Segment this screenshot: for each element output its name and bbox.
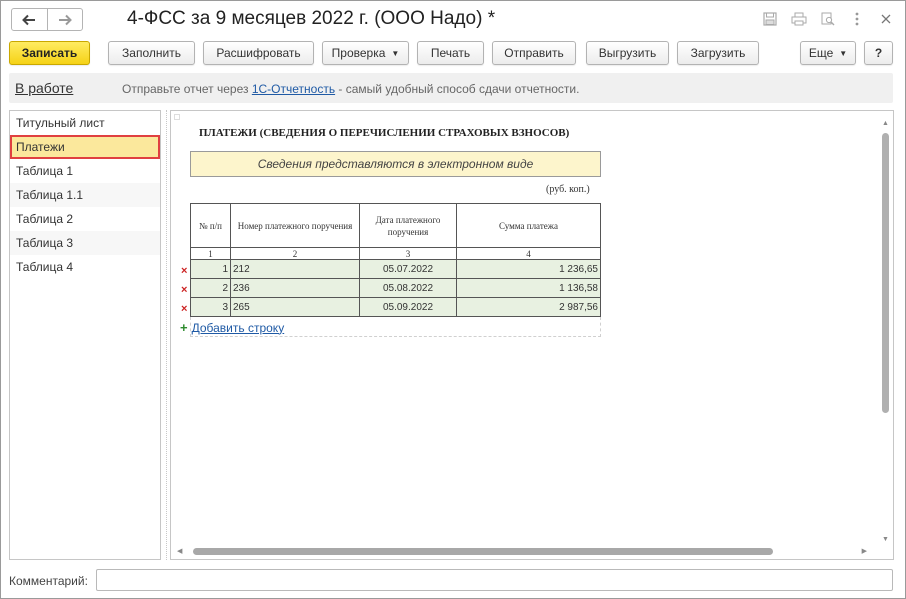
panel-splitter[interactable] [166,110,167,560]
command-bar: Записать Заполнить Расшифровать Проверка… [9,41,895,65]
window-tools [761,10,895,28]
document-area: ПЛАТЕЖИ (СВЕДЕНИЯ О ПЕРЕЧИСЛЕНИИ СТРАХОВ… [170,110,894,560]
section-list: Титульный лист Платежи Таблица 1 Таблица… [9,110,161,560]
decode-button[interactable]: Расшифровать [203,41,314,65]
section-item-table-3[interactable]: Таблица 3 [10,231,160,255]
hint-text-after: - самый удобный способ сдачи отчетности. [335,82,580,96]
document-heading: ПЛАТЕЖИ (СВЕДЕНИЯ О ПЕРЕЧИСЛЕНИИ СТРАХОВ… [199,127,570,139]
payments-table: № п/п Номер платежного поручения Дата пл… [190,203,601,317]
column-number: 4 [456,247,601,260]
more-vertical-icon[interactable] [848,10,866,28]
cell-row-number[interactable]: 2 [190,278,231,298]
delete-row-icon[interactable]: × [181,284,190,296]
back-button[interactable] [12,9,47,30]
document-corner-marker [174,114,180,120]
cell-row-number[interactable]: 3 [190,297,231,317]
check-label: Проверка [331,46,386,60]
section-item-table-4[interactable]: Таблица 4 [10,255,160,279]
close-icon[interactable] [877,10,895,28]
cell-order-date[interactable]: 05.07.2022 [359,259,457,279]
cell-order-number[interactable]: 265 [230,297,360,317]
cell-order-date[interactable]: 05.08.2022 [359,278,457,298]
help-button[interactable]: ? [864,41,893,65]
table-header-row: № п/п Номер платежного поручения Дата пл… [190,203,601,248]
hint-text-before: Отправьте отчет через [122,82,252,96]
cell-row-number[interactable]: 1 [190,259,231,279]
more-dropdown-button[interactable]: Еще ▼ [800,41,856,65]
1c-reporting-link[interactable]: 1С-Отчетность [252,82,335,96]
window-title: 4-ФСС за 9 месяцев 2022 г. (ООО Надо) * [127,8,496,29]
add-row-label[interactable]: Добавить строку [192,321,285,335]
save-button[interactable]: Записать [9,41,90,65]
delete-row-icon[interactable]: × [181,265,190,277]
cell-amount[interactable]: 1 236,65 [456,259,601,279]
table-row: 2 236 05.08.2022 1 136,58 [190,278,601,298]
column-header-amount: Сумма платежа [456,203,601,248]
horizontal-scroll-thumb[interactable] [193,548,773,555]
delete-row-icon[interactable]: × [181,303,190,315]
cell-order-date[interactable]: 05.09.2022 [359,297,457,317]
column-number: 2 [230,247,360,260]
column-number: 3 [359,247,457,260]
column-header-order-date: Дата платежного поручения [359,203,457,248]
scroll-right-icon[interactable]: ▶ [862,547,867,555]
more-label: Еще [808,46,834,60]
export-button[interactable]: Выгрузить [586,41,669,65]
send-button[interactable]: Отправить [492,41,576,65]
navigation-buttons [11,8,83,31]
printer-icon[interactable] [790,10,808,28]
add-row-button[interactable]: + Добавить строку [180,320,284,335]
status-bar: В работе Отправьте отчет через 1С-Отчетн… [9,73,893,103]
preview-search-icon[interactable] [819,10,837,28]
table-row: 3 265 05.09.2022 2 987,56 [190,297,601,317]
plus-icon: + [180,320,188,335]
column-header-order-number: Номер платежного поручения [230,203,360,248]
scroll-up-icon[interactable]: ▲ [882,120,889,127]
scroll-left-icon[interactable]: ◀ [177,547,182,555]
column-number: 1 [190,247,231,260]
section-item-table-1-1[interactable]: Таблица 1.1 [10,183,160,207]
column-number-row: 1 2 3 4 [190,247,601,260]
import-button[interactable]: Загрузить [677,41,759,65]
comment-input[interactable] [96,569,893,591]
report-window: 4-ФСС за 9 месяцев 2022 г. (ООО Надо) * … [0,0,906,599]
comment-label: Комментарий: [9,574,88,588]
electronic-notice: Сведения представляются в электронном ви… [190,151,601,177]
cell-amount[interactable]: 1 136,58 [456,278,601,298]
section-item-table-1[interactable]: Таблица 1 [10,159,160,183]
caret-down-icon: ▼ [391,48,400,58]
column-header-number: № п/п [190,203,231,248]
vertical-scroll-thumb[interactable] [882,133,889,413]
section-item-payments[interactable]: Платежи [10,135,160,159]
status-hint: Отправьте отчет через 1С-Отчетность - са… [122,82,579,96]
report-state-link[interactable]: В работе [15,80,73,96]
save-disk-icon[interactable] [761,10,779,28]
arrow-left-icon [22,14,36,25]
caret-down-icon: ▼ [839,48,848,58]
horizontal-scrollbar[interactable]: ◀ ▶ [177,547,867,556]
section-item-table-2[interactable]: Таблица 2 [10,207,160,231]
check-dropdown-button[interactable]: Проверка ▼ [322,41,409,65]
section-item-title-page[interactable]: Титульный лист [10,111,160,135]
cell-amount[interactable]: 2 987,56 [456,297,601,317]
print-button[interactable]: Печать [417,41,484,65]
fill-button[interactable]: Заполнить [108,41,195,65]
cell-order-number[interactable]: 236 [230,278,360,298]
vertical-scrollbar[interactable]: ▲ ▼ [881,117,890,543]
cell-order-number[interactable]: 212 [230,259,360,279]
scroll-down-icon[interactable]: ▼ [882,536,889,543]
units-label: (руб. коп.) [546,184,590,195]
arrow-right-icon [58,14,72,25]
table-row: 1 212 05.07.2022 1 236,65 [190,259,601,279]
title-bar: 4-ФСС за 9 месяцев 2022 г. (ООО Надо) * [1,1,905,37]
forward-button[interactable] [46,9,83,30]
